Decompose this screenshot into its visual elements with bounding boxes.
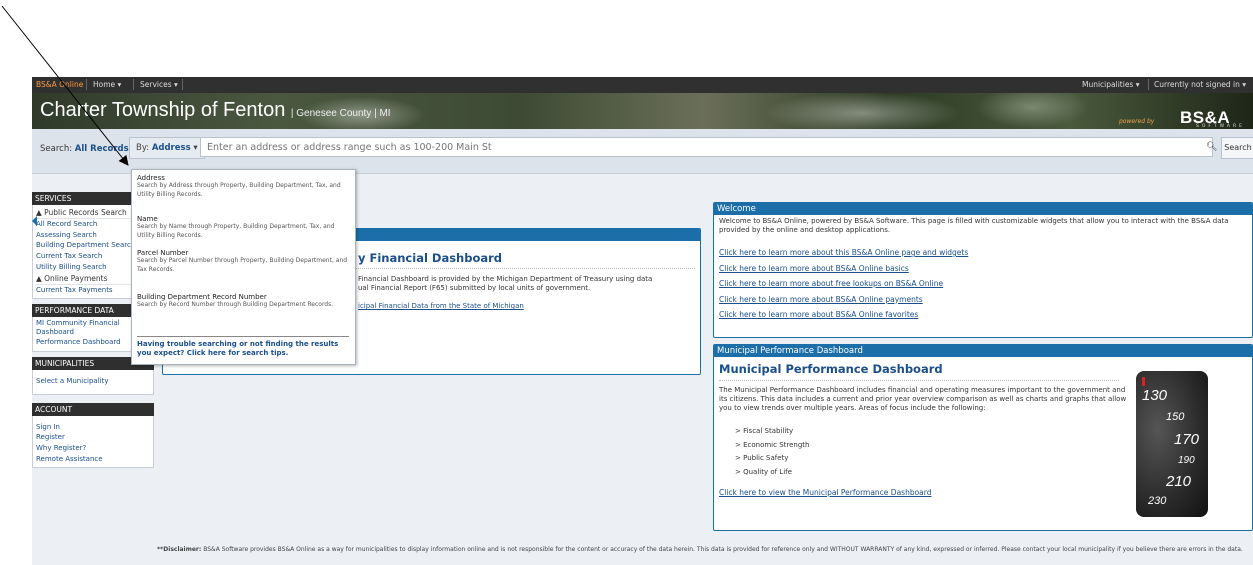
gauge-needle-mark — [1142, 377, 1145, 386]
sidebar-item-register[interactable]: Register — [36, 432, 153, 443]
brand-link[interactable]: BS&A Online — [36, 80, 83, 89]
online-payments-label: Online Payments — [44, 273, 108, 283]
menu-item-title: Name — [137, 215, 158, 223]
menu-item-desc: Search by Name through Property, Buildin… — [137, 223, 335, 239]
nav-divider — [86, 79, 87, 90]
menu-item-parcel-number[interactable]: Parcel Number Search by Parcel Number th… — [137, 249, 349, 274]
search-icon[interactable]: 🔍︎ — [1206, 142, 1217, 152]
chevron-down-icon: ▾ — [193, 143, 198, 153]
search-by-dropdown[interactable]: By: Address ▾ — [129, 137, 205, 159]
menu-item-name[interactable]: Name Search by Name through Property, Bu… — [137, 215, 349, 240]
nav-divider — [1148, 79, 1149, 90]
municipalities-section: Select a Municipality — [32, 369, 154, 395]
mpd-title: Municipal Performance Dashboard — [719, 362, 1119, 381]
disclaimer-label: **Disclaimer: — [157, 546, 202, 553]
app-window: BS&A Online Home ▾ Services ▾ Municipali… — [32, 77, 1253, 565]
menu-item-desc: Search by Address through Property, Buil… — [137, 182, 341, 198]
welcome-link-favorites[interactable]: Click here to learn more about BS&A Onli… — [719, 307, 1247, 323]
account-section: Sign In Register Why Register? Remote As… — [32, 415, 154, 469]
account-menu[interactable]: Currently not signed in ▾ — [1154, 80, 1246, 89]
by-value: Address — [151, 143, 191, 153]
search-label: Search: — [40, 144, 73, 154]
menu-item-title: Building Department Record Number — [137, 293, 267, 301]
menu-item-building-record[interactable]: Building Department Record Number Search… — [137, 293, 349, 310]
municipalities-menu[interactable]: Municipalities ▾ — [1082, 80, 1140, 89]
gauge-number: 230 — [1148, 495, 1167, 507]
speedometer-image: 130 150 170 190 210 230 — [1136, 371, 1208, 517]
menu-item-desc: Search by Parcel Number through Property… — [137, 257, 348, 273]
collapse-sidebar-icon[interactable] — [32, 216, 37, 226]
gauge-number: 210 — [1166, 473, 1192, 490]
mpd-header: Municipal Performance Dashboard — [714, 345, 1252, 357]
search-scope-value: All Records — [74, 144, 129, 154]
sidebar-item-remote-assistance[interactable]: Remote Assistance — [36, 454, 153, 465]
nav-divider — [133, 79, 134, 90]
sidebar-item-select-municipality[interactable]: Select a Municipality — [36, 376, 153, 387]
home-menu[interactable]: Home ▾ — [93, 80, 121, 89]
disclaimer-text: **Disclaimer: BS&A Software provides BS&… — [157, 546, 1247, 554]
welcome-link-payments[interactable]: Click here to learn more about BS&A Onli… — [719, 292, 1247, 308]
gauge-number: 170 — [1174, 431, 1200, 448]
search-scope[interactable]: Search: All Records — [40, 144, 129, 154]
welcome-header: Welcome — [714, 203, 1252, 215]
county-subtitle: | Genesee County | MI — [290, 108, 391, 119]
search-input[interactable] — [200, 137, 1213, 157]
search-bar: Search: All Records By: Address ▾ 🔍︎ Sea… — [32, 129, 1253, 174]
sidebar-item-why-register[interactable]: Why Register? — [36, 443, 153, 454]
by-label: By: — [136, 143, 150, 153]
sidebar-item-financial-dashboard[interactable]: MI Community Financial Dashboard — [36, 319, 124, 337]
services-menu[interactable]: Services ▾ — [140, 80, 178, 89]
search-button[interactable]: Search — [1221, 137, 1253, 159]
collapse-icon: ▲ — [36, 208, 45, 217]
sidebar-item-sign-in[interactable]: Sign In — [36, 422, 153, 433]
municipality-title: Charter Township of Fenton | Genesee Cou… — [40, 99, 391, 122]
search-tips-link[interactable]: Having trouble searching or not finding … — [137, 336, 349, 358]
search-by-menu: Address Search by Address through Proper… — [131, 169, 356, 365]
disclaimer-body: BS&A Software provides BS&A Online as a … — [201, 546, 1243, 553]
gauge-number: 190 — [1178, 455, 1195, 466]
top-nav-bar: BS&A Online Home ▾ Services ▾ Municipali… — [32, 77, 1253, 93]
welcome-panel: Welcome Welcome to BS&A Online, powered … — [713, 202, 1253, 338]
gauge-number: 130 — [1142, 387, 1168, 404]
menu-item-desc: Search by Record Number through Building… — [137, 301, 334, 308]
menu-item-title: Parcel Number — [137, 249, 189, 257]
welcome-body: Welcome to BS&A Online, powered by BS&A … — [714, 215, 1252, 327]
gauge-number: 150 — [1166, 411, 1185, 423]
menu-item-title: Address — [137, 174, 165, 182]
welcome-text: Welcome to BS&A Online, powered by BS&A … — [719, 217, 1229, 234]
welcome-link-widgets[interactable]: Click here to learn more about this BS&A… — [719, 245, 1247, 261]
municipality-name: Charter Township of Fenton — [40, 99, 286, 121]
welcome-link-basics[interactable]: Click here to learn more about BS&A Onli… — [719, 261, 1247, 277]
header-banner: Charter Township of Fenton | Genesee Cou… — [32, 93, 1253, 129]
account-heading: ACCOUNT — [32, 402, 154, 416]
public-records-label: Public Records Search — [44, 208, 127, 217]
collapse-icon: ▲ — [36, 273, 45, 283]
welcome-link-free-lookups[interactable]: Click here to learn more about free look… — [719, 276, 1247, 292]
menu-item-address[interactable]: Address Search by Address through Proper… — [137, 174, 349, 199]
mpd-text: The Municipal Performance Dashboard incl… — [719, 386, 1127, 412]
powered-by-label: powered by — [1119, 118, 1155, 125]
nav-divider — [182, 79, 183, 90]
